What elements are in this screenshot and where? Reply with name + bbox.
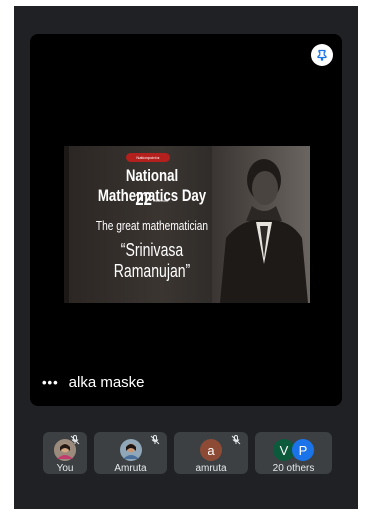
person-photo-icon bbox=[119, 439, 142, 461]
participant-tile-others[interactable]: V P 20 others bbox=[255, 432, 332, 474]
participant-name: You bbox=[56, 463, 74, 474]
avatar-group: V P bbox=[273, 439, 314, 461]
slide-date-month: December bbox=[153, 197, 169, 203]
shared-screen-slide: Nationpoint ▸ National Mathematics Day 2… bbox=[64, 146, 310, 303]
mic-off-icon bbox=[231, 435, 241, 445]
avatar-initial: a bbox=[200, 439, 222, 461]
slide-badge: Nationpoint ▸ bbox=[126, 153, 170, 162]
person-photo-icon bbox=[54, 439, 76, 461]
speaker-name-row: ••• alka maske bbox=[42, 374, 145, 391]
speaker-name: alka maske bbox=[68, 374, 145, 391]
slide-date: 22 December bbox=[83, 189, 221, 210]
main-video-tile[interactable]: Nationpoint ▸ National Mathematics Day 2… bbox=[30, 34, 342, 406]
meet-window: Nationpoint ▸ National Mathematics Day 2… bbox=[14, 6, 358, 509]
avatar-initial: P bbox=[292, 439, 314, 461]
participant-name: amruta bbox=[195, 463, 227, 474]
avatar bbox=[119, 439, 142, 461]
pin-icon bbox=[317, 49, 327, 61]
participant-tile-you[interactable]: You bbox=[43, 432, 87, 474]
pin-button[interactable] bbox=[311, 44, 333, 66]
more-options-button[interactable]: ••• bbox=[42, 375, 59, 390]
participant-tile-amruta-2[interactable]: a amruta bbox=[174, 432, 248, 474]
slide-subtitle: The great mathematician bbox=[95, 218, 209, 233]
participant-name: 20 others bbox=[272, 463, 315, 474]
slide-name: “Srinivasa Ramanujan” bbox=[113, 240, 191, 281]
slide-date-number: 22 bbox=[135, 189, 152, 209]
participant-strip: You Amruta a amruta V P 20 others bbox=[40, 432, 344, 474]
participant-name: Amruta bbox=[114, 463, 147, 474]
participant-tile-amruta[interactable]: Amruta bbox=[94, 432, 167, 474]
mic-off-icon bbox=[150, 435, 160, 445]
portrait-image bbox=[212, 146, 310, 303]
avatar bbox=[54, 439, 76, 461]
